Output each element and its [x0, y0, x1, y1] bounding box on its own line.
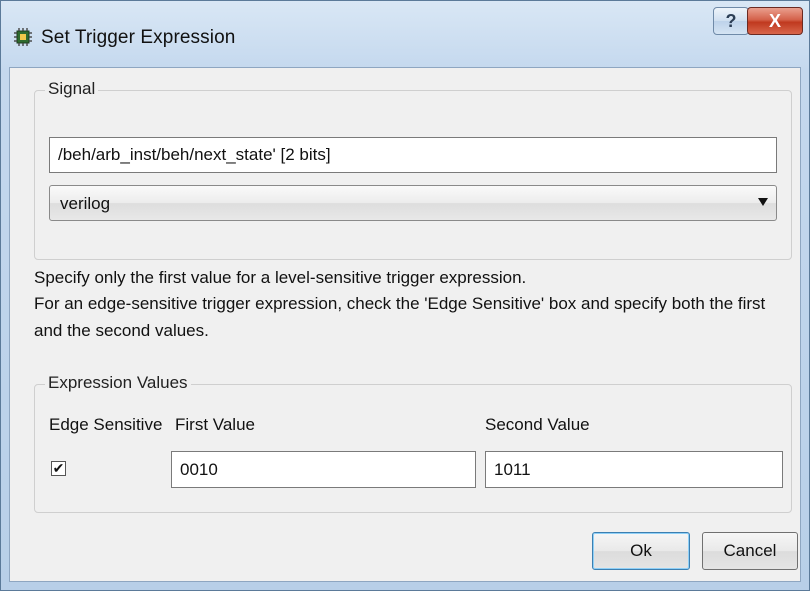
- ok-button[interactable]: Ok: [592, 532, 690, 570]
- expression-group-label: Expression Values: [45, 373, 191, 393]
- dialog-window: Set Trigger Expression ? X Signal /beh/a…: [0, 0, 810, 591]
- signal-path-field[interactable]: /beh/arb_inst/beh/next_state' [2 bits]: [49, 137, 777, 173]
- window-title: Set Trigger Expression: [41, 27, 236, 48]
- signal-group: Signal /beh/arb_inst/beh/next_state' [2 …: [34, 79, 792, 260]
- language-select[interactable]: verilog: [49, 185, 777, 221]
- cancel-button[interactable]: Cancel: [702, 532, 798, 570]
- edge-sensitive-checkbox[interactable]: ✔: [51, 461, 66, 476]
- language-select-value: verilog: [60, 194, 111, 213]
- description-line-1: Specify only the first value for a level…: [34, 268, 527, 287]
- first-value-label: First Value: [175, 415, 255, 434]
- edge-sensitive-label: Edge Sensitive: [49, 415, 163, 434]
- signal-group-label: Signal: [45, 79, 99, 99]
- dialog-body: Signal /beh/arb_inst/beh/next_state' [2 …: [9, 67, 801, 582]
- help-icon: ?: [725, 11, 737, 31]
- help-button[interactable]: ?: [713, 7, 749, 35]
- first-value-field[interactable]: 0010: [171, 451, 476, 488]
- chevron-down-icon[interactable]: [758, 198, 768, 206]
- second-value-field[interactable]: 1011: [485, 451, 783, 488]
- description-line-2: For an edge-sensitive trigger expression…: [34, 294, 766, 313]
- description-line-3: and the second values.: [34, 321, 209, 340]
- title-bar[interactable]: Set Trigger Expression ? X: [1, 1, 809, 67]
- close-icon: X: [768, 11, 781, 31]
- chip-icon: [14, 28, 32, 46]
- expression-values-group: Expression Values Edge Sensitive First V…: [34, 373, 792, 513]
- close-button[interactable]: X: [747, 7, 803, 35]
- second-value-label: Second Value: [485, 415, 590, 434]
- checkmark-icon: ✔: [52, 460, 65, 476]
